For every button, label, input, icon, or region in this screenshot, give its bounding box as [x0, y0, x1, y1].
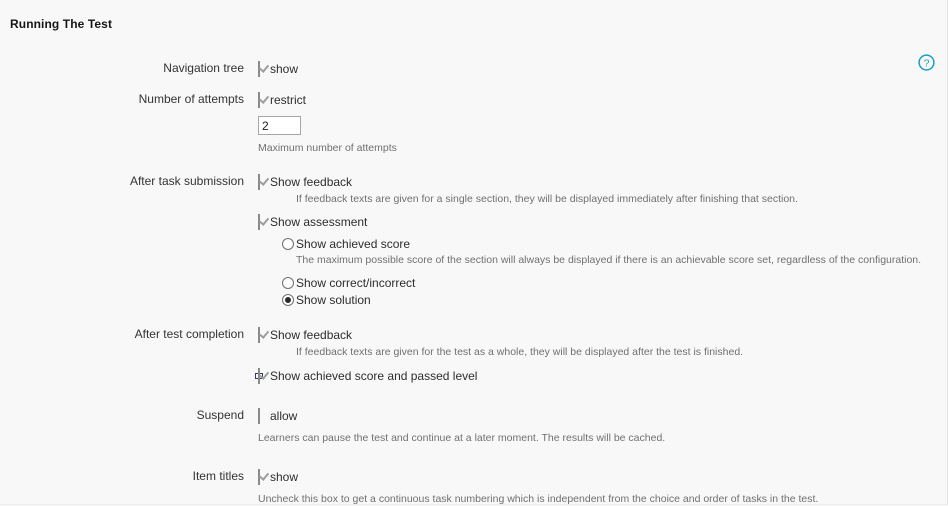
max-attempts-input[interactable] — [258, 116, 301, 135]
hint-max-attempts: Maximum number of attempts — [258, 142, 948, 155]
row-suspend: Suspend allow Learners can pause the tes… — [0, 408, 948, 445]
settings-panel: Running The Test ? Navigation tree show … — [0, 0, 948, 505]
row-after-task-submission: After task submission Show feedback If f… — [0, 174, 948, 308]
hint-test-show-feedback: If feedback texts are given for the test… — [258, 346, 948, 359]
hint-item-titles: Uncheck this box to get a continuous tas… — [258, 493, 948, 506]
checkbox-label-test-show-feedback[interactable]: Show feedback — [270, 328, 352, 342]
radio-show-achieved-score[interactable] — [282, 238, 294, 250]
checkbox-show-achieved-score-passed-level[interactable] — [258, 368, 260, 384]
checkbox-wrap-show-achieved-score-passed-level — [256, 374, 262, 378]
row-number-of-attempts: Number of attempts restrict Maximum numb… — [0, 92, 948, 155]
item-titles-show-option[interactable]: show — [258, 469, 948, 485]
row-after-test-completion: After test completion Show feedback If f… — [0, 327, 948, 384]
radio-option-show-solution[interactable]: Show solution — [282, 292, 948, 308]
hint-show-achieved-score: The maximum possible score of the sectio… — [282, 254, 948, 267]
number-of-attempts-option[interactable]: restrict — [258, 92, 948, 108]
checkbox-label-item-titles-show[interactable]: show — [270, 470, 298, 484]
checkbox-task-show-feedback[interactable] — [258, 174, 260, 190]
checkbox-restrict-attempts[interactable] — [258, 92, 260, 108]
checkbox-label-navigation-tree-show[interactable]: show — [270, 62, 298, 76]
page-title: Running The Test — [10, 17, 112, 31]
checkbox-item-titles-show[interactable] — [258, 469, 260, 485]
label-number-of-attempts: Number of attempts — [0, 92, 244, 106]
suspend-allow-option[interactable]: allow — [258, 408, 948, 424]
radio-show-solution[interactable] — [282, 294, 294, 306]
label-navigation-tree: Navigation tree — [0, 61, 244, 75]
test-show-feedback-option[interactable]: Show feedback — [258, 327, 948, 343]
label-after-task-submission: After task submission — [0, 174, 244, 188]
checkbox-task-show-assessment[interactable] — [258, 214, 260, 230]
radio-option-show-correct-incorrect[interactable]: Show correct/incorrect — [282, 275, 948, 291]
radio-label-show-correct-incorrect[interactable]: Show correct/incorrect — [296, 276, 415, 290]
row-item-titles: Item titles show Uncheck this box to get… — [0, 469, 948, 506]
test-show-score-option[interactable]: Show achieved score and passed level — [258, 368, 948, 384]
checkbox-label-suspend-allow[interactable]: allow — [270, 409, 297, 423]
checkbox-label-restrict-attempts[interactable]: restrict — [270, 93, 306, 107]
checkbox-suspend-allow[interactable] — [258, 408, 260, 424]
settings-form: Navigation tree show Number of attempts — [0, 52, 948, 506]
row-navigation-tree: Navigation tree show — [0, 61, 948, 77]
checkbox-label-show-achieved-score-passed-level[interactable]: Show achieved score and passed level — [270, 369, 477, 383]
radio-show-correct-incorrect[interactable] — [282, 277, 294, 289]
label-after-test-completion: After test completion — [0, 327, 244, 341]
checkbox-label-task-show-assessment[interactable]: Show assessment — [270, 215, 367, 229]
checkbox-test-show-feedback[interactable] — [258, 327, 260, 343]
checkbox-navigation-tree-show[interactable] — [258, 61, 260, 77]
hint-suspend: Learners can pause the test and continue… — [258, 432, 948, 445]
hint-task-show-feedback: If feedback texts are given for a single… — [258, 193, 948, 206]
navigation-tree-option[interactable]: show — [258, 61, 948, 77]
task-show-feedback-option[interactable]: Show feedback — [258, 174, 948, 190]
label-suspend: Suspend — [0, 408, 244, 422]
task-show-assessment-option[interactable]: Show assessment — [258, 214, 948, 230]
label-item-titles: Item titles — [0, 469, 244, 483]
radio-option-show-achieved-score[interactable]: Show achieved score — [282, 236, 948, 252]
radio-label-show-solution[interactable]: Show solution — [296, 293, 371, 307]
radio-label-show-achieved-score[interactable]: Show achieved score — [296, 237, 410, 251]
checkbox-label-task-show-feedback[interactable]: Show feedback — [270, 175, 352, 189]
